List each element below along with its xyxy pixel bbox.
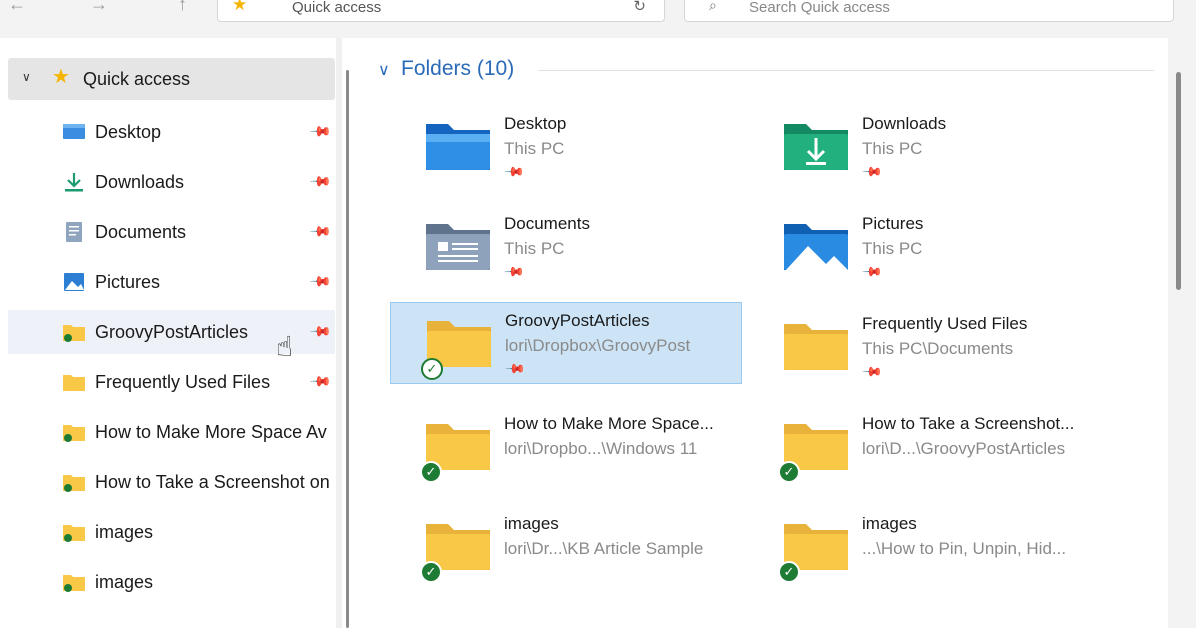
refresh-icon[interactable]: ↻ xyxy=(633,0,646,15)
pin-icon: 📌 xyxy=(504,357,527,380)
folder-name: Desktop xyxy=(504,114,567,133)
folder-path: lori\Dropbox\GroovyPost xyxy=(505,336,691,355)
search-box[interactable]: ⌕ Search Quick access xyxy=(684,0,1174,22)
nav-item-label: Pictures xyxy=(95,272,161,292)
quick-access-label: Quick access xyxy=(83,69,191,89)
desktop-folder-icon xyxy=(426,124,490,170)
nav-item-label: images xyxy=(95,522,154,542)
synced-folder-icon xyxy=(63,475,85,492)
nav-scrollbar[interactable] xyxy=(346,70,349,628)
synced-check-icon: ✓ xyxy=(778,561,800,583)
nav-item-pictures[interactable]: Pictures 📌 xyxy=(8,260,335,304)
forward-icon[interactable]: → xyxy=(90,0,108,15)
downloads-folder-icon xyxy=(784,124,848,170)
nav-item-how-to-make-more-space[interactable]: How to Make More Space Av xyxy=(8,410,335,454)
nav-item-label: Frequently Used Files xyxy=(95,372,271,392)
address-text: Quick access xyxy=(292,0,382,16)
synced-check-icon: ✓ xyxy=(420,561,442,583)
content-scrollbar-thumb[interactable] xyxy=(1176,72,1181,290)
synced-check-icon: ✓ xyxy=(420,461,442,483)
folder-icon xyxy=(784,324,848,370)
folder-tile-documents[interactable]: Documents This PC 📌 xyxy=(390,206,742,288)
content-pane: ∨ Folders (10) Desktop This PC 📌 Downloa… xyxy=(358,38,1168,628)
folder-tile-frequently-used-files[interactable]: Frequently Used Files This PC\Documents … xyxy=(748,306,1100,388)
folder-name: How to Make More Space... xyxy=(504,414,714,433)
nav-item-images-1[interactable]: images xyxy=(8,510,335,554)
quick-access-header[interactable]: ∨ ★ Quick access xyxy=(8,58,335,100)
folder-tile-how-to-make-more-space[interactable]: ✓ How to Make More Space... lori\Dropbo.… xyxy=(390,406,742,488)
folder-path: ...\How to Pin, Unpin, Hid... xyxy=(862,539,1067,558)
folder-name: Frequently Used Files xyxy=(862,314,1028,333)
pin-icon: 📌 xyxy=(503,160,526,183)
nav-item-label: GroovyPostArticles xyxy=(95,322,249,342)
synced-folder-icon xyxy=(63,525,85,542)
folder-path: lori\D...\GroovyPostArticles xyxy=(862,439,1066,458)
folder-name: images xyxy=(504,514,559,533)
pin-icon: 📌 xyxy=(861,260,884,283)
star-icon: ★ xyxy=(52,66,70,88)
search-placeholder: Search Quick access xyxy=(749,0,890,16)
folder-name: images xyxy=(862,514,917,533)
folder-path: This PC xyxy=(862,239,923,258)
folder-path: lori\Dr...\KB Article Sample xyxy=(504,539,704,558)
pin-icon: 📌 xyxy=(861,160,884,183)
documents-folder-icon xyxy=(426,224,490,270)
nav-item-desktop[interactable]: Desktop 📌 xyxy=(8,110,335,154)
folder-name: GroovyPostArticles xyxy=(505,311,650,330)
synced-check-icon: ✓ xyxy=(778,461,800,483)
folder-tile-desktop[interactable]: Desktop This PC 📌 xyxy=(390,106,742,188)
address-bar[interactable]: ★ Quick access ↻ xyxy=(217,0,665,22)
toolbar: ← → ↑ ★ Quick access ↻ ⌕ Search Quick ac… xyxy=(0,0,1196,38)
nav-item-how-to-take-a-screenshot[interactable]: How to Take a Screenshot on xyxy=(8,460,335,504)
hand-cursor-icon: ☝ xyxy=(276,331,294,362)
folder-icon xyxy=(63,375,85,391)
folder-tile-images-1[interactable]: ✓ images lori\Dr...\KB Article Sample xyxy=(390,506,742,588)
pictures-icon xyxy=(64,273,84,291)
section-divider xyxy=(538,70,1154,71)
folder-name: Documents xyxy=(504,214,590,233)
pane-divider[interactable] xyxy=(336,38,342,628)
chevron-down-icon[interactable]: ∨ xyxy=(22,70,31,84)
nav-item-label: Desktop xyxy=(95,122,162,142)
back-icon[interactable]: ← xyxy=(8,0,26,15)
search-icon: ⌕ xyxy=(709,0,717,13)
synced-folder-icon xyxy=(63,575,85,592)
folder-name: Pictures xyxy=(862,214,924,233)
folder-tile-images-2[interactable]: ✓ images ...\How to Pin, Unpin, Hid... xyxy=(748,506,1100,588)
nav-item-label: Documents xyxy=(95,222,187,242)
nav-item-documents[interactable]: Documents 📌 xyxy=(8,210,335,254)
chevron-down-icon[interactable]: ∨ xyxy=(378,60,390,80)
folder-name: How to Take a Screenshot... xyxy=(862,414,1075,433)
folder-tile-groovypostarticles[interactable]: ✓ GroovyPostArticles lori\Dropbox\Groovy… xyxy=(390,302,742,384)
folder-path: This PC xyxy=(862,139,923,158)
folder-tile-how-to-take-a-screenshot[interactable]: ✓ How to Take a Screenshot... lori\D...\… xyxy=(748,406,1100,488)
nav-item-label: How to Take a Screenshot on xyxy=(95,472,330,492)
folder-path: This PC xyxy=(504,239,565,258)
synced-folder-icon xyxy=(63,425,85,442)
up-icon[interactable]: ↑ xyxy=(178,0,187,15)
synced-folder-icon xyxy=(63,325,85,342)
pin-icon: 📌 xyxy=(861,360,884,383)
folder-path: This PC xyxy=(504,139,565,158)
folder-tile-pictures[interactable]: Pictures This PC 📌 xyxy=(748,206,1100,288)
nav-item-images-2[interactable]: images xyxy=(8,560,335,604)
desktop-icon xyxy=(63,124,85,139)
downloads-icon xyxy=(65,173,83,192)
content-scrollbar-track[interactable] xyxy=(1168,38,1196,628)
sync-available-icon: ✓ xyxy=(421,358,443,380)
documents-icon xyxy=(66,222,82,242)
nav-item-label: images xyxy=(95,572,154,592)
folder-tile-downloads[interactable]: Downloads This PC 📌 xyxy=(748,106,1100,188)
nav-item-frequently-used-files[interactable]: Frequently Used Files 📌 xyxy=(8,360,335,404)
folders-section-title[interactable]: Folders (10) xyxy=(401,57,514,81)
folder-path: lori\Dropbo...\Windows 11 xyxy=(504,439,698,458)
star-icon: ★ xyxy=(232,0,248,14)
folder-name: Downloads xyxy=(862,114,947,133)
folder-path: This PC\Documents xyxy=(862,339,1014,358)
nav-item-label: How to Make More Space Av xyxy=(95,422,327,442)
pin-icon: 📌 xyxy=(503,260,526,283)
nav-item-downloads[interactable]: Downloads 📌 xyxy=(8,160,335,204)
pictures-folder-icon xyxy=(784,224,848,270)
nav-item-label: Downloads xyxy=(95,172,185,192)
